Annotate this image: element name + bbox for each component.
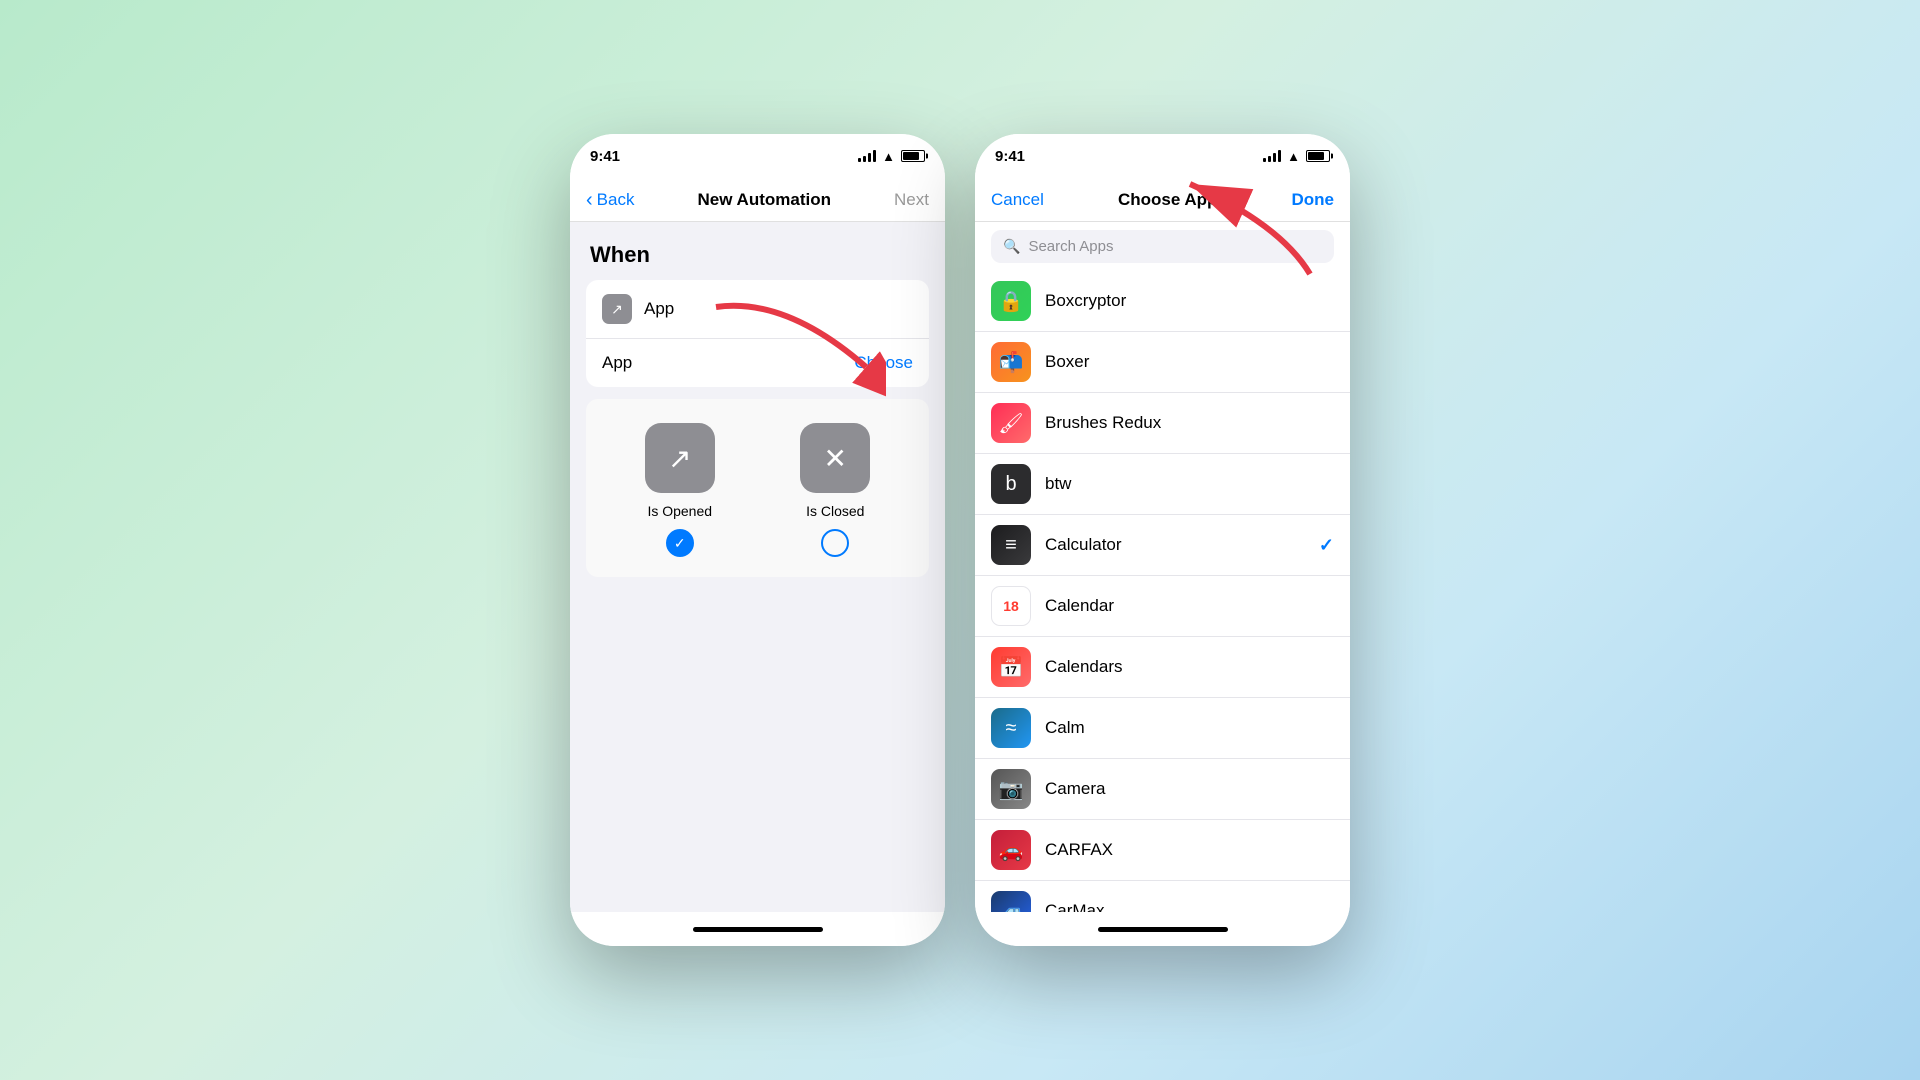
app-name-label: Calculator — [1045, 535, 1319, 555]
app-row-label: App — [644, 299, 913, 319]
app-name-label: Camera — [1045, 779, 1334, 799]
options-card: ↗ Is Opened ✓ ✕ Is Closed — [586, 399, 929, 577]
app-icon: 📷 — [991, 769, 1031, 809]
app-icon-symbol: ↗ — [611, 301, 623, 318]
phones-container: 9:41 ▲ ‹ Back New Automation — [570, 134, 1350, 946]
back-label: Back — [597, 190, 635, 210]
status-time-right: 9:41 — [995, 148, 1025, 165]
is-closed-option[interactable]: ✕ Is Closed — [800, 423, 870, 557]
app-choose-row[interactable]: App Choose — [586, 339, 929, 387]
app-icon: ≡ — [991, 525, 1031, 565]
app-list-item[interactable]: 🚙 CarMax — [975, 881, 1350, 912]
left-phone-content: When ↗ App App Choose — [570, 222, 945, 912]
status-icons-right: ▲ — [1263, 149, 1330, 164]
battery-icon-left — [901, 150, 925, 162]
app-list-item[interactable]: bbtw — [975, 454, 1350, 515]
right-phone: 9:41 ▲ Cancel Choose App Done � — [975, 134, 1350, 946]
app-list-item[interactable]: ≈ Calm — [975, 698, 1350, 759]
signal-icon-left — [858, 150, 876, 162]
app-list-item[interactable]: ≡ Calculator✓ — [975, 515, 1350, 576]
choose-button[interactable]: Choose — [854, 353, 913, 373]
wifi-icon-left: ▲ — [882, 149, 895, 164]
app-name-label: CarMax — [1045, 901, 1334, 912]
is-opened-symbol: ↗ — [668, 442, 691, 475]
app-choose-label: App — [602, 353, 854, 373]
app-name-label: btw — [1045, 474, 1334, 494]
app-icon: 🖌 — [991, 403, 1031, 443]
app-icon: 18 — [991, 586, 1031, 626]
battery-icon-right — [1306, 150, 1330, 162]
status-icons-left: ▲ — [858, 149, 925, 164]
app-name-label: Calendar — [1045, 596, 1334, 616]
is-opened-check-icon: ✓ — [674, 535, 686, 552]
app-name-label: Boxcryptor — [1045, 291, 1334, 311]
app-icon: 📬 — [991, 342, 1031, 382]
app-list-item[interactable]: 📅 Calendars — [975, 637, 1350, 698]
app-list-item[interactable]: 📷 Camera — [975, 759, 1350, 820]
next-button[interactable]: Next — [894, 190, 929, 210]
app-list-item[interactable]: 🖌 Brushes Redux — [975, 393, 1350, 454]
app-row: ↗ App — [586, 280, 929, 339]
is-opened-icon: ↗ — [645, 423, 715, 493]
is-opened-radio[interactable]: ✓ — [666, 529, 694, 557]
app-icon: ≈ — [991, 708, 1031, 748]
app-name-label: Calendars — [1045, 657, 1334, 677]
is-closed-radio[interactable] — [821, 529, 849, 557]
nav-title-left: New Automation — [698, 190, 831, 210]
app-icon-small: ↗ — [602, 294, 632, 324]
app-icon: 📅 — [991, 647, 1031, 687]
nav-bar-left: ‹ Back New Automation Next — [570, 178, 945, 222]
app-list: 🔒 Boxcryptor 📬 Boxer 🖌 Brushes Redux bbtw ≡ Calc… — [975, 271, 1350, 912]
app-list-item[interactable]: 📬 Boxer — [975, 332, 1350, 393]
is-opened-option[interactable]: ↗ Is Opened ✓ — [645, 423, 715, 557]
app-name-label: Calm — [1045, 718, 1334, 738]
app-name-label: Brushes Redux — [1045, 413, 1334, 433]
when-label: When — [586, 242, 929, 268]
cancel-button[interactable]: Cancel — [991, 190, 1044, 210]
home-indicator-left — [570, 912, 945, 946]
wifi-icon-right: ▲ — [1287, 149, 1300, 164]
search-bar[interactable]: 🔍 Search Apps — [991, 230, 1334, 263]
app-icon: 🚗 — [991, 830, 1031, 870]
home-bar-right — [1098, 927, 1228, 932]
is-closed-symbol: ✕ — [824, 442, 847, 475]
back-button[interactable]: ‹ Back — [586, 190, 634, 210]
home-bar-left — [693, 927, 823, 932]
choose-app-title: Choose App — [1118, 190, 1217, 210]
status-bar-right: 9:41 ▲ — [975, 134, 1350, 178]
search-placeholder: Search Apps — [1028, 238, 1113, 255]
app-name-label: Boxer — [1045, 352, 1334, 372]
app-name-label: CARFAX — [1045, 840, 1334, 860]
app-icon: 🚙 — [991, 891, 1031, 912]
search-icon: 🔍 — [1003, 238, 1020, 255]
app-icon: 🔒 — [991, 281, 1031, 321]
is-closed-icon: ✕ — [800, 423, 870, 493]
done-button[interactable]: Done — [1292, 190, 1335, 210]
app-list-item[interactable]: 🚗 CARFAX — [975, 820, 1350, 881]
is-opened-label: Is Opened — [647, 503, 712, 519]
signal-icon-right — [1263, 150, 1281, 162]
choose-app-nav: Cancel Choose App Done — [975, 178, 1350, 222]
home-indicator-right — [975, 912, 1350, 946]
is-closed-label: Is Closed — [806, 503, 864, 519]
app-list-item[interactable]: 🔒 Boxcryptor — [975, 271, 1350, 332]
app-list-item[interactable]: 18 Calendar — [975, 576, 1350, 637]
app-card: ↗ App App Choose — [586, 280, 929, 387]
status-bar-left: 9:41 ▲ — [570, 134, 945, 178]
back-chevron-icon: ‹ — [586, 190, 593, 210]
status-time-left: 9:41 — [590, 148, 620, 165]
app-check-icon: ✓ — [1319, 535, 1334, 556]
app-icon: b — [991, 464, 1031, 504]
left-phone: 9:41 ▲ ‹ Back New Automation — [570, 134, 945, 946]
